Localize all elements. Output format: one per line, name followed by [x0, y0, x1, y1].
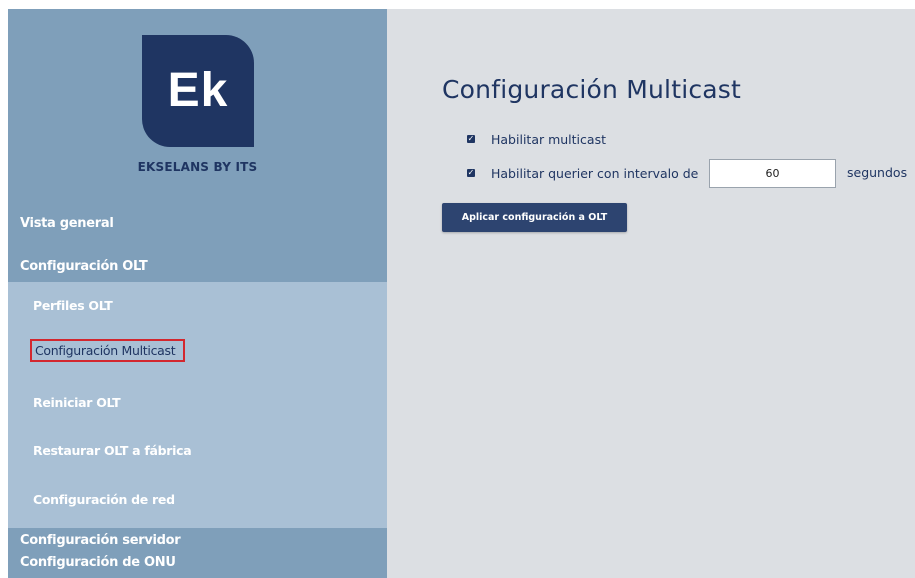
main-content: Configuración Multicast ✓ Habilitar mult… — [387, 9, 915, 578]
apply-config-button[interactable]: Aplicar configuración a OLT — [442, 203, 627, 232]
submenu-configuracion-olt: Perfiles OLT Configuración Multicast Rei… — [8, 282, 387, 528]
sidebar-item-vista-general[interactable]: Vista general — [20, 216, 114, 231]
sidebar-item-configuracion-servidor[interactable]: Configuración servidor — [20, 533, 181, 548]
enable-querier-row: ✓ Habilitar querier con intervalo de — [467, 163, 698, 183]
seconds-unit-label: segundos — [847, 165, 908, 180]
enable-multicast-label: Habilitar multicast — [491, 131, 606, 147]
sidebar-subitem-restaurar-olt[interactable]: Restaurar OLT a fábrica — [33, 443, 192, 458]
sidebar-item-configuracion-onu[interactable]: Configuración de ONU — [20, 555, 176, 570]
sidebar-subitem-configuracion-multicast[interactable]: Configuración Multicast — [30, 339, 186, 362]
querier-interval-input[interactable] — [709, 159, 836, 188]
enable-querier-checkbox[interactable]: ✓ — [467, 169, 475, 177]
sidebar-subitem-configuracion-de-red[interactable]: Configuración de red — [33, 492, 175, 507]
logo-caption: EKSELANS BY ITS — [137, 160, 258, 174]
sidebar: Ek EKSELANS BY ITS Vista general Configu… — [8, 9, 387, 578]
page-title: Configuración Multicast — [442, 75, 742, 104]
enable-multicast-row: ✓ Habilitar multicast — [467, 129, 606, 149]
enable-multicast-checkbox[interactable]: ✓ — [467, 135, 475, 143]
enable-querier-label: Habilitar querier con intervalo de — [491, 165, 699, 181]
sidebar-item-configuracion-olt[interactable]: Configuración OLT — [20, 259, 148, 274]
logo-text: Ek — [167, 64, 229, 117]
ekselans-logo: Ek — [142, 35, 254, 147]
sidebar-subitem-reiniciar-olt[interactable]: Reiniciar OLT — [33, 395, 121, 410]
sidebar-subitem-perfiles-olt[interactable]: Perfiles OLT — [33, 298, 113, 313]
